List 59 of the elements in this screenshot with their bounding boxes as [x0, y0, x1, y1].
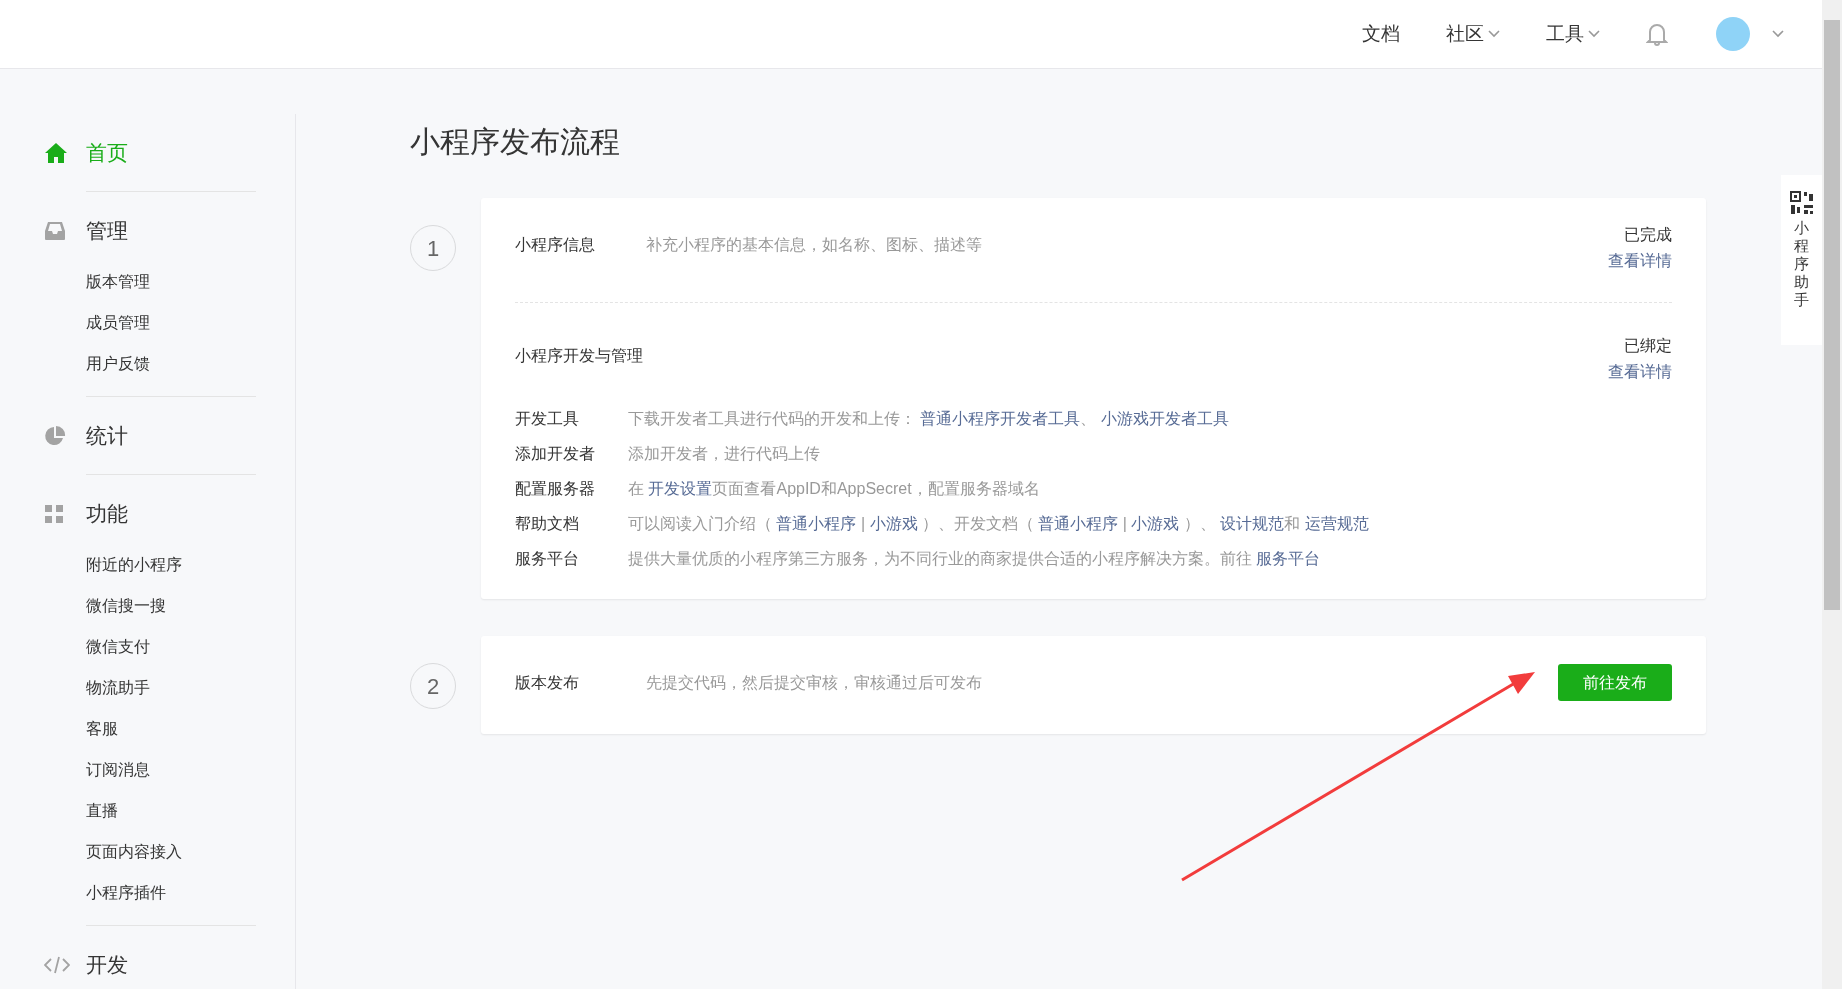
doc-link[interactable]: 小游戏开发者工具: [1100, 410, 1229, 427]
code-icon: [44, 955, 70, 974]
helper-label: 小程序助手: [1794, 219, 1809, 309]
qr-code-icon: [1789, 191, 1814, 215]
inbox-icon: [44, 220, 66, 241]
sidebar-item[interactable]: 微信支付: [86, 626, 256, 667]
row-description: 添加开发者，进行代码上传: [628, 444, 820, 464]
doc-link[interactable]: 普通小程序: [776, 515, 857, 532]
chevron-down-icon: [1488, 30, 1500, 38]
doc-link[interactable]: 开发设置: [648, 480, 713, 497]
row-description: 可以阅读入门介绍（ 普通小程序 | 小游戏 ）、开发文档（ 普通小程序 | 小游戏 ）、 设计规范和 运营规范: [628, 514, 1369, 534]
sidebar-item[interactable]: 订阅消息: [86, 749, 256, 790]
section-description: 补充小程序的基本信息，如名称、图标、描述等: [646, 235, 982, 255]
sidebar-item[interactable]: 客服: [86, 708, 256, 749]
status-text: 已完成: [1624, 225, 1672, 245]
sidebar-item[interactable]: 微信搜一搜: [86, 585, 256, 626]
sidebar-item[interactable]: 直播: [86, 790, 256, 831]
nav-link[interactable]: 工具: [1546, 19, 1600, 49]
view-details-link[interactable]: 查看详情: [1608, 359, 1672, 385]
row-description: 在 开发设置页面查看AppID和AppSecret，配置服务器域名: [628, 479, 1040, 499]
sidebar-item[interactable]: 成员管理: [86, 302, 256, 343]
sidebar-item[interactable]: 用户反馈: [86, 343, 256, 384]
row-label: 服务平台: [515, 549, 580, 569]
pie-chart-icon: [44, 424, 66, 447]
section-title: 小程序开发与管理: [515, 346, 643, 366]
helper-panel[interactable]: 小程序助手: [1781, 175, 1822, 345]
row-label: 开发工具: [515, 409, 580, 429]
status-text: 已绑定: [1624, 336, 1672, 356]
view-details-link[interactable]: 查看详情: [1608, 248, 1672, 274]
avatar[interactable]: [1716, 17, 1750, 51]
section-title: 小程序信息: [515, 235, 596, 255]
grid-icon: [44, 503, 64, 524]
doc-link[interactable]: 小游戏: [1131, 515, 1180, 532]
sidebar-item[interactable]: 页面内容接入: [86, 831, 256, 872]
row-label: 添加开发者: [515, 444, 596, 464]
bell-icon[interactable]: [1646, 22, 1668, 46]
doc-link[interactable]: 小游戏: [869, 515, 918, 532]
sidebar-section[interactable]: 开发: [44, 926, 256, 989]
chevron-down-icon: [1772, 30, 1784, 38]
home-icon: [44, 141, 68, 164]
chevron-down-icon: [1588, 30, 1600, 38]
doc-link[interactable]: 运营规范: [1304, 515, 1369, 532]
row-description: 提供大量优质的小程序第三方服务，为不同行业的商家提供合适的小程序解决方案。前往 服务平台: [628, 549, 1321, 569]
sidebar-item[interactable]: 小程序插件: [86, 872, 256, 913]
section-title: 版本发布: [515, 673, 580, 693]
row-label: 配置服务器: [515, 479, 596, 499]
row-description: 下载开发者工具进行代码的开发和上传： 普通小程序开发者工具、 小游戏开发者工具: [628, 409, 1229, 429]
doc-link[interactable]: 设计规范: [1220, 515, 1285, 532]
doc-link[interactable]: 服务平台: [1256, 550, 1321, 567]
row-label: 帮助文档: [515, 514, 580, 534]
nav-link[interactable]: 社区: [1446, 19, 1500, 49]
scrollbar-thumb[interactable]: [1824, 20, 1840, 610]
sidebar-item[interactable]: 物流助手: [86, 667, 256, 708]
page-title: 小程序发布流程: [410, 124, 621, 160]
doc-link[interactable]: 普通小程序: [1038, 515, 1119, 532]
nav-link[interactable]: 文档: [1362, 19, 1400, 49]
doc-link[interactable]: 普通小程序开发者工具: [920, 410, 1081, 427]
sidebar-section[interactable]: 统计: [44, 397, 256, 474]
section-description: 先提交代码，然后提交审核，审核通过后可发布: [646, 673, 982, 693]
